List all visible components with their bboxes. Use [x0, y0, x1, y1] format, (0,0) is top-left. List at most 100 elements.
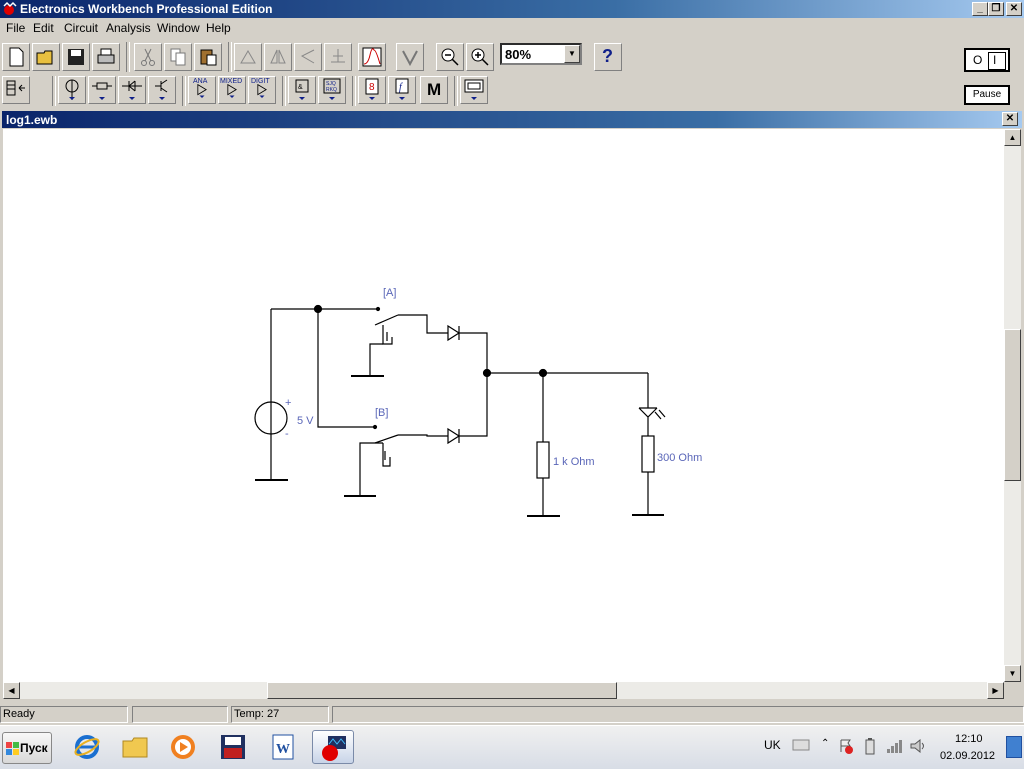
scroll-up-button[interactable]: ▲ [1004, 129, 1021, 146]
transistors-bin-button[interactable] [148, 76, 176, 104]
paste-button[interactable] [194, 43, 222, 71]
app-title: Electronics Workbench Professional Editi… [20, 2, 273, 16]
flip-horizontal-button[interactable] [264, 43, 292, 71]
pause-button[interactable]: Pause [964, 85, 1010, 105]
minimize-button[interactable]: _ [972, 2, 988, 16]
menu-window[interactable]: Window [157, 21, 200, 35]
rotate-icon [240, 50, 256, 64]
seven-segment-icon: 8 [365, 78, 379, 100]
led [638, 407, 658, 436]
resistor2-label: 300 Ohm [657, 452, 702, 464]
open-file-button[interactable] [32, 43, 60, 71]
vertical-scrollbar[interactable]: ▲ ▼ [1004, 129, 1021, 682]
windows-logo-icon [6, 742, 19, 755]
scroll-left-button[interactable]: ◀ [3, 682, 20, 699]
taskbar-word[interactable]: W [262, 730, 304, 764]
basic-bin-button[interactable] [88, 76, 116, 104]
svg-text:8: 8 [369, 82, 375, 93]
logic-gate-icon: & [295, 79, 309, 100]
controls-bin-button[interactable]: f [388, 76, 416, 104]
digital-ic-icon [257, 83, 267, 98]
mixed-ics-bin-button[interactable]: MIXED [218, 76, 246, 104]
taskbar-media-player[interactable] [162, 730, 204, 764]
clock-date[interactable]: 02.09.2012 [940, 750, 995, 762]
subcircuit-button[interactable] [324, 43, 352, 71]
menu-edit[interactable]: Edit [33, 21, 54, 35]
switch-b-label: [B] [375, 407, 388, 419]
power-switch[interactable]: O I [964, 48, 1010, 72]
menu-help[interactable]: Help [206, 21, 231, 35]
electronics-workbench-icon [322, 736, 346, 761]
opamp-icon [197, 83, 207, 98]
menu-circuit[interactable]: Circuit [64, 21, 98, 35]
scroll-right-button[interactable]: ▶ [987, 682, 1004, 699]
show-desktop-button[interactable] [1006, 736, 1022, 758]
power-on-label: I [993, 53, 997, 67]
indicators-bin-button[interactable]: 8 [358, 76, 386, 104]
open-folder-icon [36, 50, 53, 65]
battery-icon[interactable] [864, 737, 876, 755]
taskbar-explorer[interactable] [114, 730, 156, 764]
keyboard-icon[interactable] [792, 738, 810, 752]
menu-analysis[interactable]: Analysis [106, 21, 151, 35]
zoom-in-button[interactable] [466, 43, 494, 71]
close-button[interactable]: ✕ [1006, 2, 1022, 16]
status-panel-wide [332, 706, 1024, 723]
horizontal-scrollbar[interactable]: ◀ ▶ [3, 682, 1004, 699]
volume-icon[interactable] [910, 739, 928, 753]
flip-vertical-button[interactable] [294, 43, 322, 71]
cut-button[interactable] [134, 43, 162, 71]
power-off-label: O [973, 53, 983, 67]
instruments-bin-button[interactable] [460, 76, 488, 104]
app-logo-icon [3, 1, 17, 15]
taskbar-electronics-workbench[interactable] [312, 730, 354, 764]
action-center-icon[interactable] [838, 738, 854, 754]
menu-file[interactable]: File [6, 21, 25, 35]
document-close-button[interactable]: ✕ [1002, 112, 1018, 126]
show-hidden-icons-button[interactable]: ⌃ [821, 738, 829, 749]
start-label: Пуск [20, 741, 48, 755]
digital-bin-button[interactable]: SJQ RKQ [318, 76, 346, 104]
circuit-canvas[interactable]: + - 5 V [A] [B] 1 k Ohm 300 Ohm [3, 129, 1004, 682]
taskbar-disk-app[interactable] [212, 730, 254, 764]
favorites-bin-button[interactable] [2, 76, 30, 104]
taskbar-internet-explorer[interactable] [66, 730, 108, 764]
rotate-button[interactable] [234, 43, 262, 71]
horizontal-scroll-thumb[interactable] [267, 682, 617, 699]
source-minus-sign: - [285, 428, 289, 440]
component-properties-button[interactable] [396, 43, 424, 71]
sources-bin-button[interactable] [58, 76, 86, 104]
analog-ics-bin-button[interactable]: ANA [188, 76, 216, 104]
start-button[interactable]: Пуск [2, 732, 52, 764]
miscellaneous-bin-button[interactable]: M [420, 76, 448, 104]
properties-icon [402, 50, 418, 67]
save-button[interactable] [62, 43, 90, 71]
switch-a [374, 314, 448, 334]
zoom-out-button[interactable] [436, 43, 464, 71]
mixed-ic-icon [227, 83, 237, 98]
help-button[interactable]: ? [594, 43, 622, 71]
zoom-level-select[interactable]: 80% ▼ [500, 43, 582, 65]
zoom-in-icon [471, 48, 489, 66]
switch-b [374, 434, 448, 444]
clock-time[interactable]: 12:10 [955, 733, 983, 745]
graph-button[interactable] [358, 43, 386, 71]
logic-gates-bin-button[interactable]: & [288, 76, 316, 104]
vertical-scroll-thumb[interactable] [1004, 329, 1021, 481]
graph-icon [362, 47, 382, 67]
digital-ics-bin-button[interactable]: DIGIT [248, 76, 276, 104]
chevron-down-icon[interactable]: ▼ [564, 45, 580, 63]
instrument-icon [464, 79, 484, 100]
subcircuit-icon [331, 49, 345, 63]
flip-vertical-icon [300, 49, 315, 64]
flipflop-icon: SJQRKQ [323, 78, 341, 100]
diode-b [447, 427, 461, 445]
scroll-down-button[interactable]: ▼ [1004, 665, 1021, 682]
language-indicator[interactable]: UK [764, 738, 781, 752]
restore-button[interactable]: ❐ [988, 2, 1004, 16]
network-signal-icon[interactable] [886, 739, 904, 753]
diodes-bin-button[interactable] [118, 76, 146, 104]
print-button[interactable] [92, 43, 120, 71]
new-file-button[interactable] [2, 43, 30, 71]
copy-button[interactable] [164, 43, 192, 71]
